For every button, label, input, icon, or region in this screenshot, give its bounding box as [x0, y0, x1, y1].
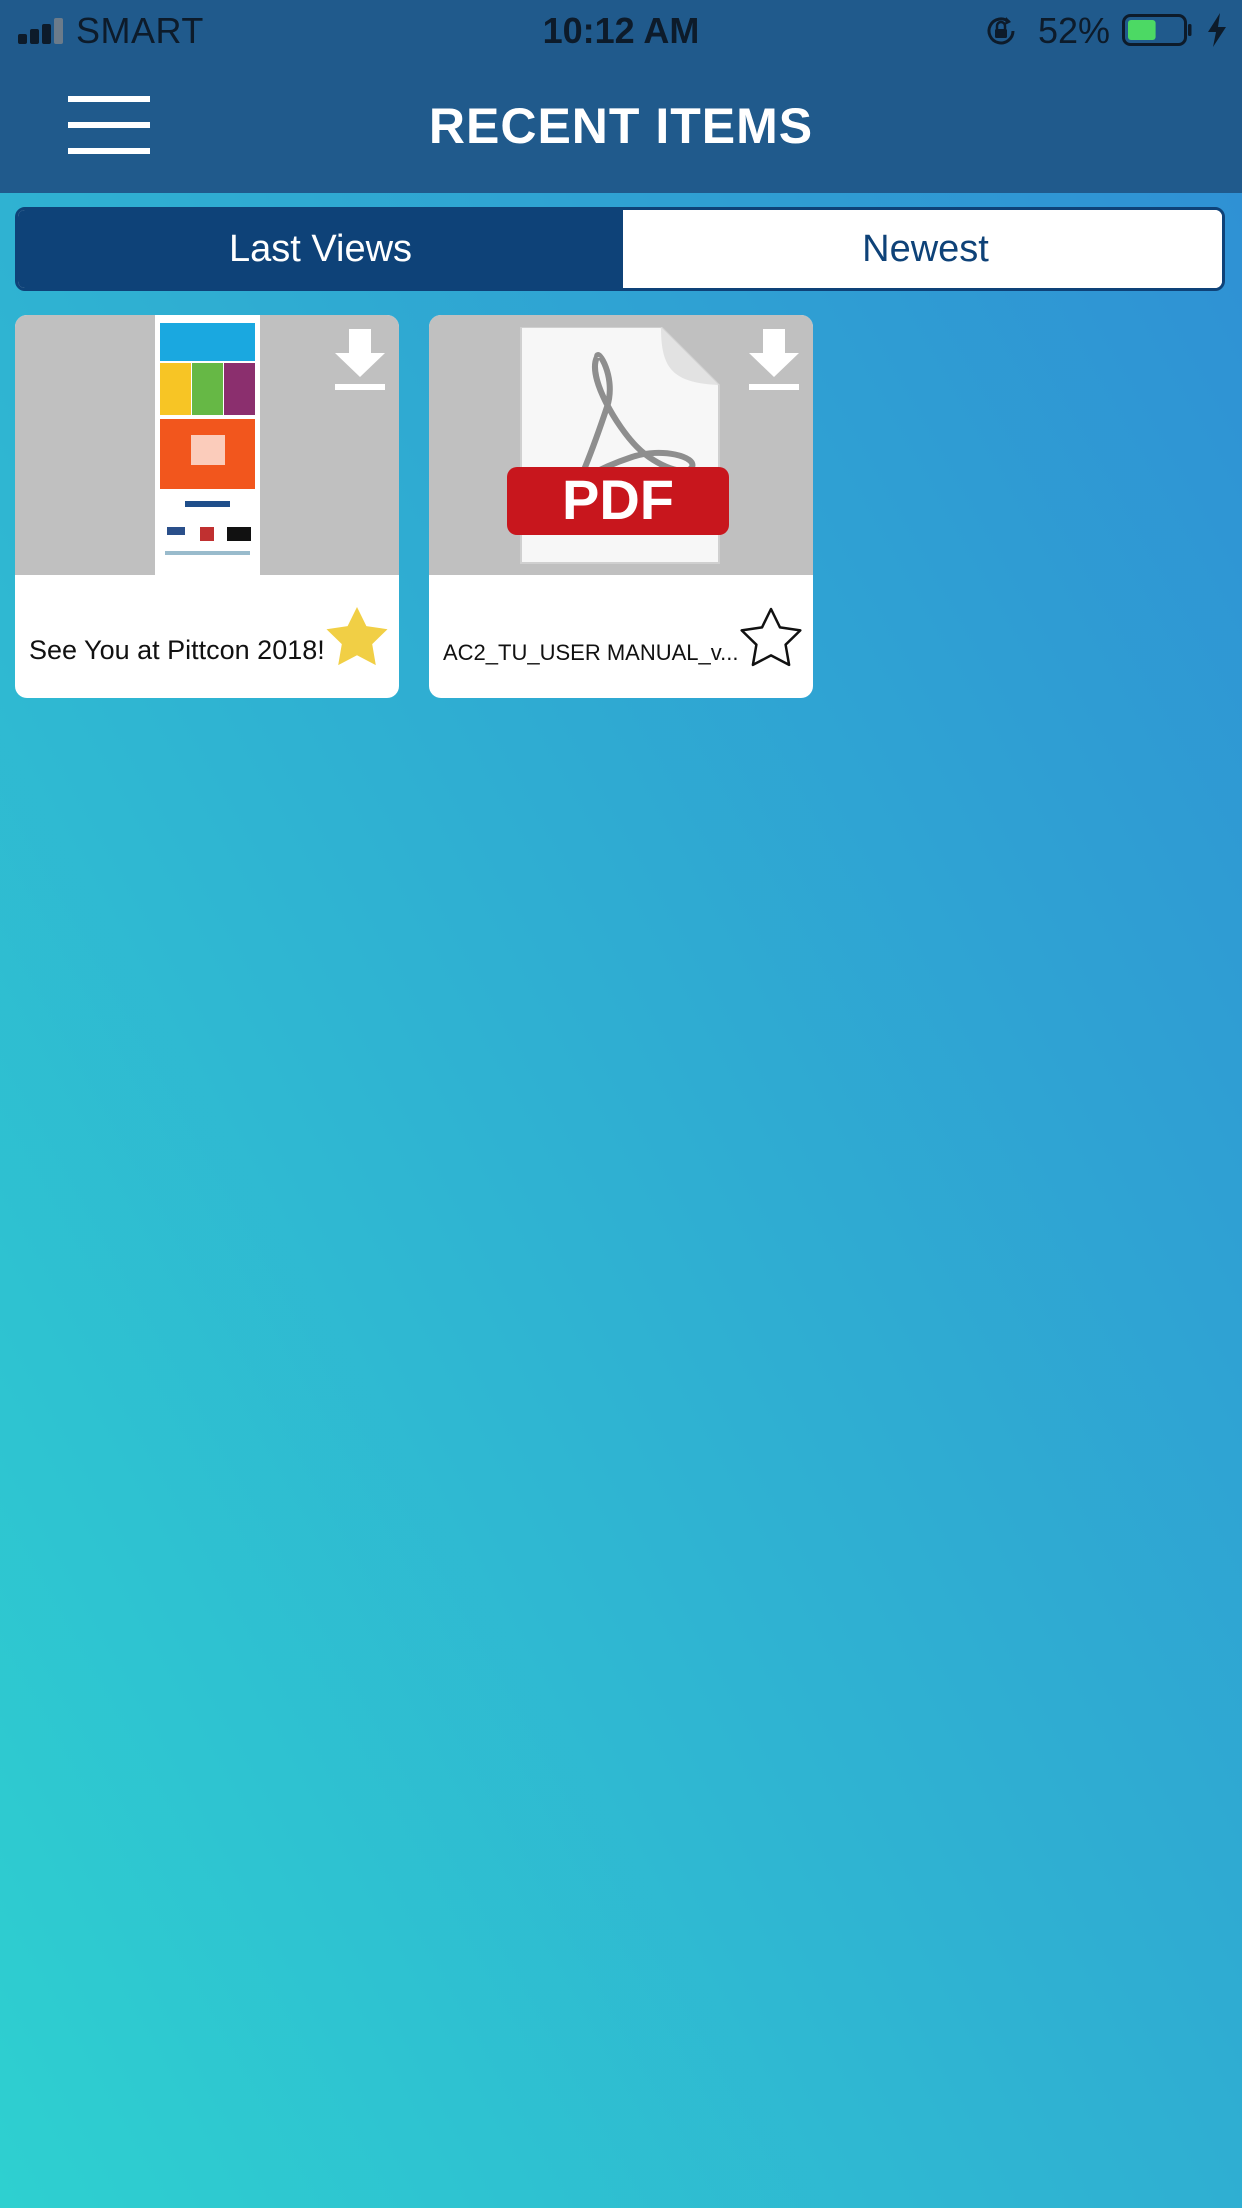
charging-bolt-icon: [1208, 13, 1226, 47]
favorite-star-icon[interactable]: [325, 605, 389, 669]
download-icon[interactable]: [333, 329, 387, 391]
tab-newest[interactable]: Newest: [623, 210, 1222, 288]
rotation-lock-icon: [987, 17, 1015, 45]
item-card-manual[interactable]: PDF AC2_TU_USER MANUAL_v...: [429, 315, 813, 698]
favorite-star-outline-icon[interactable]: [739, 605, 803, 669]
status-bar: SMART 10:12 AM 52%: [0, 0, 1242, 60]
item-thumbnail: PDF: [429, 315, 813, 575]
item-thumbnail: [15, 315, 399, 575]
view-segmented-control: Last Views Newest: [15, 207, 1225, 291]
item-title: See You at Pittcon 2018!: [29, 635, 325, 665]
top-bar: SMART 10:12 AM 52% RECENT ITEMS: [0, 0, 1242, 193]
battery-icon: [1122, 14, 1192, 46]
flyer-thumbnail: [155, 315, 260, 575]
page-title: RECENT ITEMS: [428, 98, 814, 154]
download-icon[interactable]: [747, 329, 801, 391]
tab-last-views[interactable]: Last Views: [18, 210, 623, 288]
item-title: AC2_TU_USER MANUAL_v...: [443, 640, 739, 665]
pdf-label: PDF: [562, 468, 674, 531]
pdf-icon: PDF: [507, 327, 729, 564]
item-card-pittcon[interactable]: See You at Pittcon 2018!: [15, 315, 399, 698]
battery-percent: 52%: [1038, 10, 1111, 51]
